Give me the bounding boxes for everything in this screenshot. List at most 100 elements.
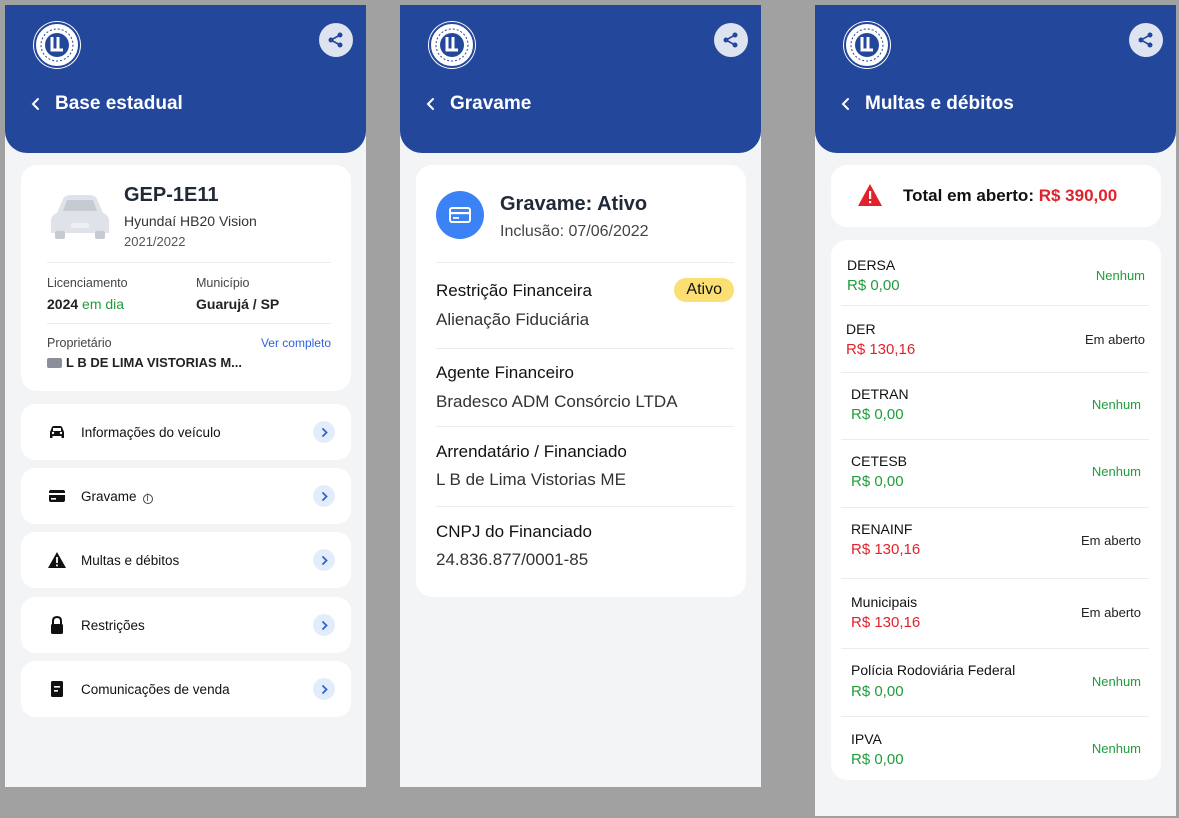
menu-item-vehicle-info[interactable]: Informações do veículo [21, 404, 351, 460]
owner-view-full-link[interactable]: Ver completo [261, 336, 331, 350]
lock-icon [47, 615, 67, 635]
item-status: Em aberto [1085, 332, 1145, 347]
back-button[interactable] [839, 97, 853, 111]
item-name: Polícia Rodoviária Federal [851, 662, 1016, 678]
total-label: Total em aberto: [903, 186, 1034, 205]
document-icon [47, 679, 67, 699]
screen-gravame: Gravame Gravame: Ativo Inclusão: 07/06/2… [400, 5, 761, 787]
page-title: Gravame [450, 93, 532, 114]
item-amount: R$ 0,00 [851, 406, 904, 423]
chevron-right-icon [313, 549, 335, 571]
list-item[interactable]: DERSA R$ 0,00 Nenhum [841, 248, 1149, 306]
gravame-status-title: Gravame: Ativo [500, 193, 648, 215]
card-icon [436, 191, 484, 239]
menu-item-label: Comunicações de venda [81, 681, 230, 697]
chevron-left-icon [841, 98, 849, 110]
owner-name: L B DE LIMA VISTORIAS M... [66, 355, 242, 370]
screen-fines: Multas e débitos Total em aberto: R$ 390… [815, 5, 1176, 816]
item-name: DER [846, 321, 876, 337]
chevron-right-icon [313, 678, 335, 700]
logo [428, 21, 476, 69]
item-name: CETESB [851, 453, 908, 469]
page-title: Multas e débitos [865, 93, 1014, 114]
chevron-left-icon [426, 98, 434, 110]
item-status: Nenhum [1095, 268, 1145, 283]
item-amount: R$ 0,00 [851, 473, 904, 490]
cnpj-value: 24.836.877/0001-85 [436, 550, 589, 569]
page-title: Base estadual [55, 93, 183, 114]
item-status: Nenhum [1091, 674, 1141, 689]
item-name: DETRAN [851, 386, 909, 402]
total-value: R$ 390,00 [1038, 186, 1118, 205]
list-item[interactable]: Municipais R$ 130,16 Em aberto [841, 579, 1149, 649]
menu-item-label: Restrições [81, 617, 145, 633]
menu-item-gravame[interactable]: Gravame i [21, 468, 351, 524]
warning-icon [858, 184, 882, 206]
list-item[interactable]: DETRAN R$ 0,00 Nenhum [841, 373, 1149, 440]
list-item[interactable]: RENAINF R$ 130,16 Em aberto [841, 508, 1149, 579]
status-badge: Ativo [674, 278, 734, 302]
menu-item-text: Gravame [81, 488, 137, 504]
share-button[interactable] [319, 23, 353, 57]
item-status: Nenhum [1091, 741, 1141, 756]
vehicle-year: 2021/2022 [124, 234, 186, 249]
item-amount: R$ 0,00 [847, 277, 900, 294]
share-icon [328, 32, 343, 48]
menu-item-sale-communications[interactable]: Comunicações de venda [21, 661, 351, 717]
id-card-icon [47, 357, 62, 368]
header: Gravame [400, 5, 761, 153]
menu-item-label: Multas e débitos [81, 552, 180, 568]
menu-item-fines[interactable]: Multas e débitos [21, 532, 351, 588]
restriction-value: Alienação Fiduciária [436, 310, 590, 329]
item-amount: R$ 130,16 [846, 341, 916, 358]
menu-item-restrictions[interactable]: Restrições [21, 597, 351, 653]
back-button[interactable] [424, 97, 438, 111]
item-amount: R$ 0,00 [851, 683, 904, 700]
menu-item-label: Informações do veículo [81, 424, 221, 440]
warning-icon [47, 550, 67, 570]
vehicle-card: GEP-1E11 Hyundaí HB20 Vision 2021/2022 L… [21, 165, 351, 391]
owner-label: Proprietário [47, 336, 112, 350]
back-button[interactable] [29, 97, 43, 111]
city-value: Guarujá / SP [196, 296, 280, 312]
share-icon [1138, 32, 1153, 48]
total-card: Total em aberto: R$ 390,00 [831, 165, 1161, 227]
item-amount: R$ 0,00 [851, 751, 904, 768]
list-item[interactable]: CETESB R$ 0,00 Nenhum [841, 440, 1149, 508]
list-item[interactable]: Polícia Rodoviária Federal R$ 0,00 Nenhu… [841, 649, 1149, 717]
agent-heading: Agente Financeiro [436, 363, 574, 382]
licensing-label: Licenciamento [47, 276, 128, 290]
licensing-status: em dia [82, 296, 125, 312]
gravame-card: Gravame: Ativo Inclusão: 07/06/2022 Rest… [416, 165, 746, 597]
item-name: RENAINF [851, 521, 913, 537]
chevron-right-icon [313, 485, 335, 507]
share-button[interactable] [714, 23, 748, 57]
licensing-value: 2024 em dia [47, 296, 124, 312]
item-amount: R$ 130,16 [851, 541, 921, 558]
lessee-heading: Arrendatário / Financiado [436, 442, 627, 461]
list-item[interactable]: IPVA R$ 0,00 Nenhum [841, 717, 1149, 775]
menu-item-label: Gravame i [81, 489, 313, 504]
info-icon[interactable]: i [142, 493, 153, 504]
divider [47, 323, 331, 324]
divider [436, 506, 734, 507]
share-button[interactable] [1129, 23, 1163, 57]
item-name: IPVA [851, 731, 882, 747]
list-item[interactable]: DER R$ 130,16 Em aberto [841, 306, 1149, 373]
chevron-right-icon [313, 421, 335, 443]
item-amount: R$ 130,16 [851, 614, 921, 631]
car-icon [47, 422, 67, 442]
divider [436, 262, 734, 263]
item-name: Municipais [851, 594, 918, 610]
city-label: Município [196, 276, 250, 290]
gravame-inclusion-date: Inclusão: 07/06/2022 [500, 223, 649, 240]
divider [436, 348, 734, 349]
item-name: DERSA [847, 257, 896, 273]
vehicle-plate: GEP-1E11 [124, 184, 219, 206]
item-status: Em aberto [1081, 605, 1141, 620]
logo [843, 21, 891, 69]
vehicle-model: Hyundaí HB20 Vision [124, 213, 257, 229]
chevron-right-icon [313, 614, 335, 636]
fines-list: DERSA R$ 0,00 Nenhum DER R$ 130,16 Em ab… [831, 240, 1161, 780]
divider [436, 426, 734, 427]
